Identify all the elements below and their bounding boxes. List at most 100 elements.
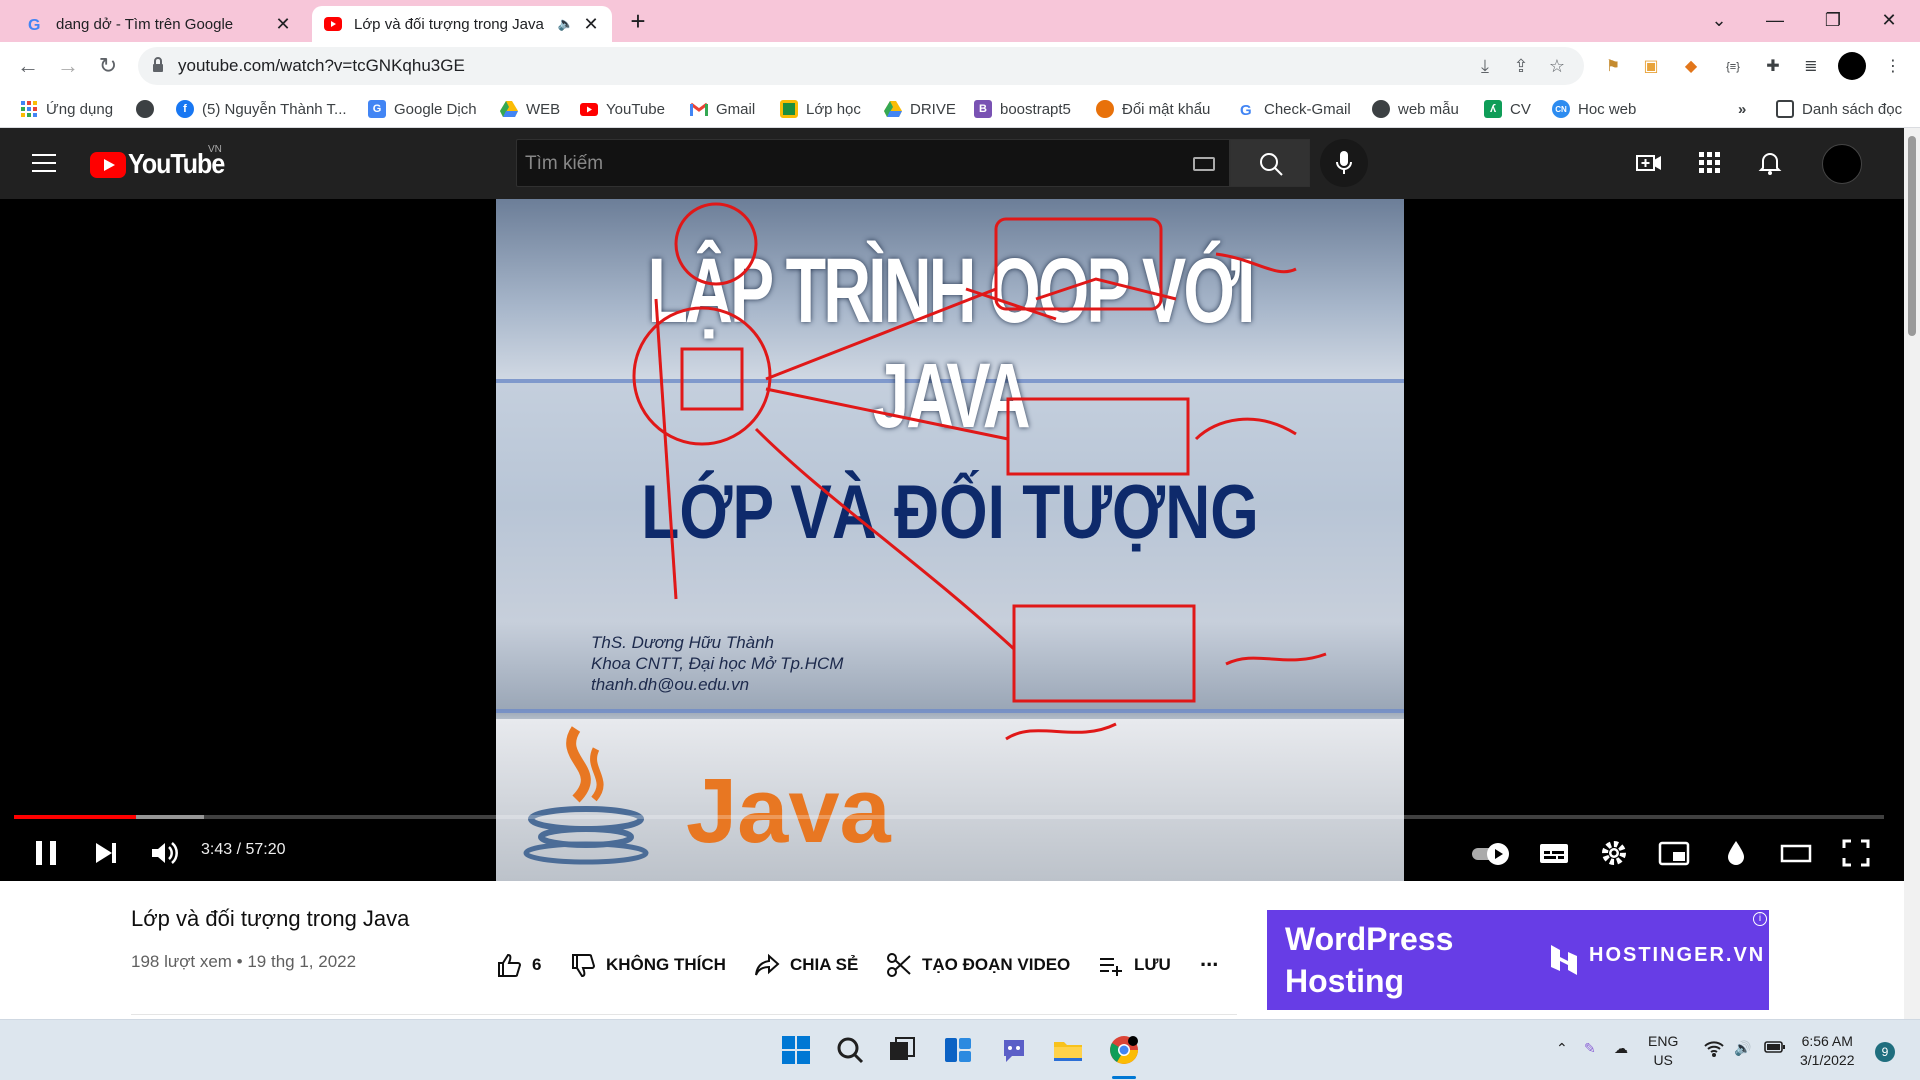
metamask-icon[interactable]: ◆ <box>1680 56 1702 78</box>
bookmark-label: YouTube <box>606 100 665 118</box>
fullscreen-button[interactable] <box>1838 835 1874 871</box>
subtitles-button[interactable] <box>1536 835 1572 871</box>
red-pen-annotations <box>632 202 1327 741</box>
chrome-icon[interactable] <box>1108 1034 1140 1066</box>
youtube-logo[interactable]: YouTube VN <box>90 144 225 179</box>
bookmark-bootstrap[interactable]: B boostrapt5 <box>974 98 1071 120</box>
ambient-mode-icon[interactable] <box>1718 835 1754 871</box>
create-video-icon[interactable] <box>1636 150 1662 176</box>
bookmark-classroom[interactable]: Lớp học <box>780 98 861 120</box>
account-avatar[interactable] <box>1822 144 1862 184</box>
chevron-up-icon[interactable]: ⌃ <box>1556 1040 1568 1057</box>
notification-badge[interactable]: 9 <box>1875 1042 1895 1062</box>
reload-button[interactable]: ↻ <box>92 50 124 82</box>
bookmark-star-icon[interactable]: ☆ <box>1546 55 1568 77</box>
language-indicator[interactable]: ENG US <box>1648 1032 1678 1070</box>
time-display: 3:43 / 57:20 <box>201 841 286 858</box>
file-explorer-icon[interactable] <box>1052 1034 1084 1066</box>
notifications-bell-icon[interactable] <box>1757 150 1783 176</box>
bookmark-apps[interactable]: Ứng dụng <box>20 98 113 120</box>
bookmark-youtube[interactable]: YouTube <box>580 98 665 120</box>
save-button[interactable]: LƯU <box>1098 951 1171 979</box>
dislike-button[interactable]: KHÔNG THÍCH <box>570 951 726 979</box>
widgets-icon[interactable] <box>942 1034 974 1066</box>
close-tab-icon[interactable]: ✕ <box>274 14 292 35</box>
ad-info-icon[interactable]: i <box>1753 912 1767 926</box>
miniplayer-button[interactable] <box>1656 835 1692 871</box>
install-icon[interactable]: ⤓ <box>1474 55 1496 77</box>
restore-button[interactable]: ❐ <box>1810 4 1856 36</box>
new-tab-button[interactable]: + <box>624 8 652 36</box>
video-player[interactable]: LẬP TRÌNH OOP VỚI JAVA LỚP VÀ ĐỐI TƯỢNG … <box>0 199 1904 881</box>
tab-google-search[interactable]: G dang dở - Tìm trên Google ✕ <box>14 6 304 42</box>
json-extension-icon[interactable]: {≡} <box>1722 56 1744 78</box>
like-button[interactable]: 6 <box>496 951 541 979</box>
volume-icon[interactable]: 🔊 <box>1734 1040 1751 1057</box>
keyboard-icon[interactable] <box>1193 157 1215 171</box>
search-icon[interactable] <box>834 1034 866 1066</box>
back-button[interactable]: ← <box>12 50 44 82</box>
minimize-button[interactable]: — <box>1752 4 1798 36</box>
hostinger-ad[interactable]: WordPress Hosting HOSTINGER.VN i <box>1267 910 1769 1010</box>
clip-button[interactable]: TẠO ĐOẠN VIDEO <box>886 951 1070 979</box>
bookmark-google-translate[interactable]: G Google Dịch <box>368 98 477 120</box>
search-input[interactable]: Tìm kiếm <box>516 139 1230 187</box>
extension-icon[interactable]: ▣ <box>1640 56 1662 78</box>
pause-button[interactable] <box>28 835 64 871</box>
media-control-icon[interactable]: ≣ <box>1800 56 1822 78</box>
wifi-icon[interactable] <box>1704 1040 1724 1061</box>
menu-kebab-icon[interactable]: ⋮ <box>1882 56 1904 78</box>
tab-youtube-video[interactable]: Lớp và đối tượng trong Java 🔈 ✕ <box>312 6 612 42</box>
onedrive-cloud-icon[interactable]: ☁ <box>1614 1040 1628 1057</box>
share-button[interactable]: CHIA SẺ <box>754 951 858 979</box>
settings-gear-icon[interactable] <box>1596 835 1632 871</box>
video-frame[interactable]: LẬP TRÌNH OOP VỚI JAVA LỚP VÀ ĐỐI TƯỢNG … <box>496 199 1404 881</box>
bookmark-web-mau[interactable]: web mẫu <box>1372 98 1459 120</box>
address-bar[interactable]: youtube.com/watch?v=tcGNKqhu3GE ⤓ ⇪ ☆ <box>138 47 1584 85</box>
bookmark-web[interactable]: WEB <box>500 98 560 120</box>
windows-start-icon[interactable] <box>780 1034 812 1066</box>
theater-mode-button[interactable] <box>1778 835 1814 871</box>
close-window-button[interactable]: ✕ <box>1866 4 1912 36</box>
bookmark-gmail[interactable]: Gmail <box>690 98 755 120</box>
lock-icon[interactable] <box>152 57 164 73</box>
more-actions-button[interactable]: ... <box>1200 945 1218 973</box>
reading-list-button[interactable]: Danh sách đọc <box>1776 98 1902 120</box>
puzzle-extensions-icon[interactable]: ✚ <box>1762 56 1784 78</box>
profile-avatar[interactable] <box>1838 52 1866 80</box>
close-tab-icon[interactable]: ✕ <box>582 14 600 35</box>
progress-bar-track[interactable] <box>14 815 1884 819</box>
bookmark-globe[interactable] <box>136 98 162 120</box>
autoplay-toggle[interactable] <box>1470 835 1514 871</box>
page-scrollbar-thumb[interactable] <box>1908 136 1916 336</box>
bookmark-facebook[interactable]: f (5) Nguyễn Thành T... <box>176 98 347 120</box>
bookmark-drive[interactable]: DRIVE <box>884 98 956 120</box>
share-label: CHIA SẺ <box>790 955 859 974</box>
volume-button[interactable] <box>146 835 182 871</box>
battery-icon[interactable] <box>1764 1040 1786 1057</box>
hamburger-menu-icon[interactable] <box>32 154 56 172</box>
apps-grid-icon <box>20 100 38 118</box>
pen-icon[interactable]: ✎ <box>1584 1040 1596 1057</box>
bookmark-hoc-web[interactable]: CN Hoc web <box>1552 98 1636 120</box>
forward-button[interactable]: → <box>52 50 84 82</box>
teams-chat-icon[interactable] <box>998 1034 1030 1066</box>
share-icon[interactable]: ⇪ <box>1510 55 1532 77</box>
tab-search-chevron-icon[interactable]: ⌄ <box>1696 4 1742 36</box>
speaker-icon[interactable]: 🔈 <box>558 16 574 32</box>
progress-bar-played[interactable] <box>14 815 136 819</box>
extension-icon[interactable]: ⚑ <box>1602 56 1624 78</box>
search-placeholder: Tìm kiếm <box>525 153 604 174</box>
bookmark-change-password[interactable]: Đổi mật khẩu <box>1096 98 1210 120</box>
next-video-button[interactable] <box>88 835 124 871</box>
bookmark-cv[interactable]: ʎ CV <box>1484 98 1531 120</box>
url-text[interactable]: youtube.com/watch?v=tcGNKqhu3GE <box>178 56 465 76</box>
search-button[interactable] <box>1230 139 1310 187</box>
tab-title: Lớp và đối tượng trong Java <box>354 15 544 33</box>
task-view-icon[interactable] <box>886 1034 918 1066</box>
system-clock[interactable]: 6:56 AM 3/1/2022 <box>1800 1032 1855 1070</box>
bookmark-check-gmail[interactable]: G Check-Gmail <box>1238 98 1351 120</box>
more-bookmarks-button[interactable]: » <box>1738 98 1746 120</box>
voice-search-button[interactable] <box>1320 139 1368 187</box>
apps-grid-icon[interactable] <box>1697 150 1723 176</box>
